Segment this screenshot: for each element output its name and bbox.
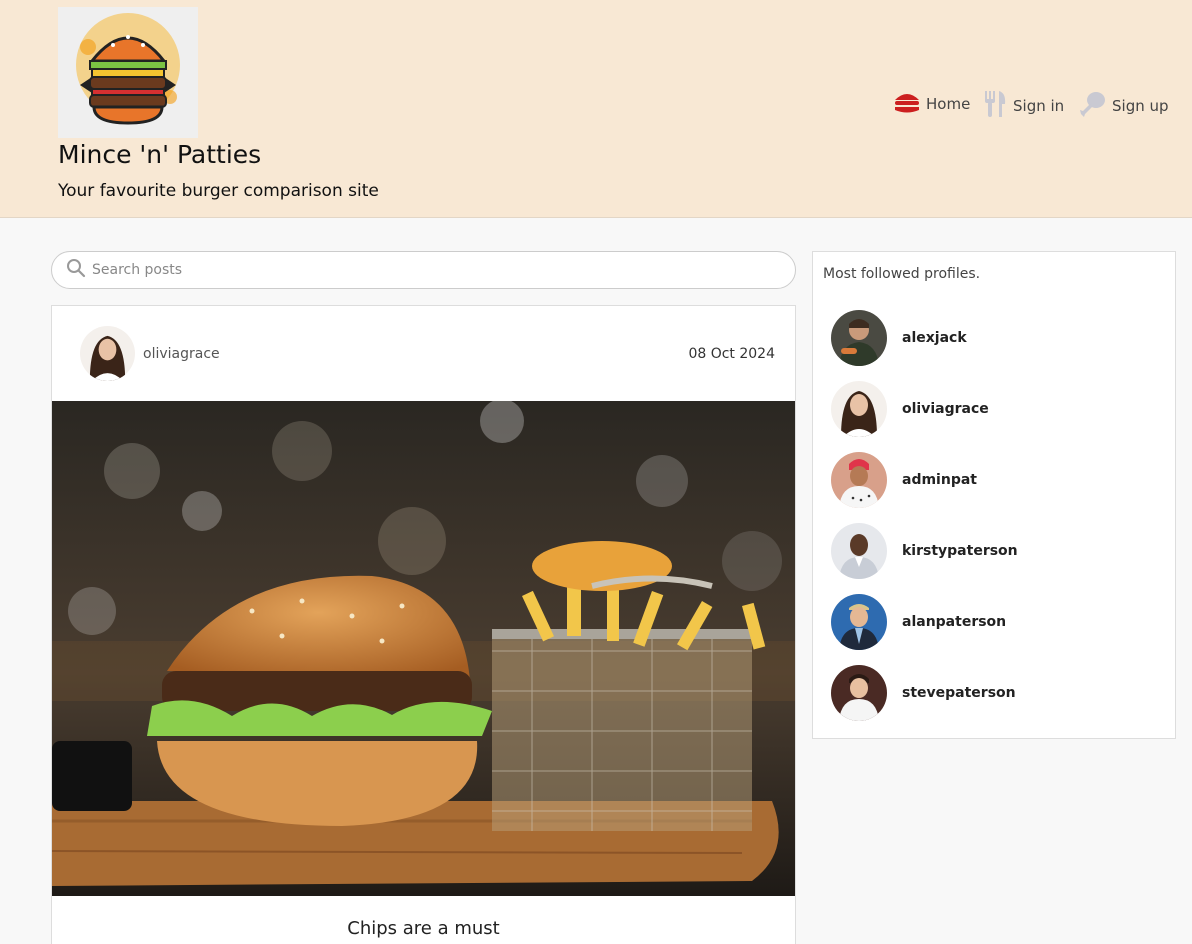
search-input[interactable] [92,262,772,278]
profile-name[interactable]: adminpat [902,472,977,488]
profile-item[interactable]: stevepaterson [831,657,1018,728]
post-author[interactable]: oliviagrace [80,326,220,381]
profile-name[interactable]: alexjack [902,330,967,346]
sidebar-heading: Most followed profiles. [823,266,981,282]
profile-item[interactable]: alexjack [831,302,1018,373]
profile-item[interactable]: alanpaterson [831,586,1018,657]
post-image[interactable] [52,401,795,896]
avatar[interactable] [831,593,887,650]
avatar[interactable] [831,309,887,366]
site-header: Mince 'n' Patties Your favourite burger … [0,0,1192,218]
nav-sign-up-label: Sign up [1112,97,1169,115]
profile-name[interactable]: stevepaterson [902,685,1016,701]
avatar[interactable] [831,522,887,579]
search-icon [66,258,86,282]
avatar[interactable] [831,380,887,437]
fork-knife-icon [983,90,1007,122]
profile-list: alexjack oliviagrace adminpat kirstypate… [831,302,1018,728]
nav-sign-in-label: Sign in [1013,97,1065,115]
profile-name[interactable]: kirstypaterson [902,543,1018,559]
nav-sign-in-link[interactable]: Sign in [983,90,1064,122]
post-date: 08 Oct 2024 [688,346,775,362]
most-followed-sidebar: Most followed profiles. alexjack oliviag… [812,251,1176,739]
profile-name[interactable]: oliviagrace [902,401,989,417]
avatar[interactable] [831,451,887,508]
search-bar [51,251,796,289]
site-title: Mince 'n' Patties [58,140,262,169]
profile-item[interactable]: kirstypaterson [831,515,1018,586]
post-author-username[interactable]: oliviagrace [143,346,220,362]
site-tagline: Your favourite burger comparison site [58,181,379,201]
drumstick-icon [1078,90,1106,122]
profile-item[interactable]: adminpat [831,444,1018,515]
nav-home-label: Home [926,95,971,113]
nav-sign-up-link[interactable]: Sign up [1078,90,1169,122]
post-card: oliviagrace 08 Oct 2024 Chips are a must [51,305,796,944]
nav-home-link[interactable]: Home [894,90,970,118]
profile-item[interactable]: oliviagrace [831,373,1018,444]
burger-logo[interactable] [58,7,198,138]
avatar[interactable] [831,664,887,721]
avatar[interactable] [80,326,135,381]
burger-icon [894,90,920,118]
post-title[interactable]: Chips are a must [52,918,795,939]
profile-name[interactable]: alanpaterson [902,614,1006,630]
